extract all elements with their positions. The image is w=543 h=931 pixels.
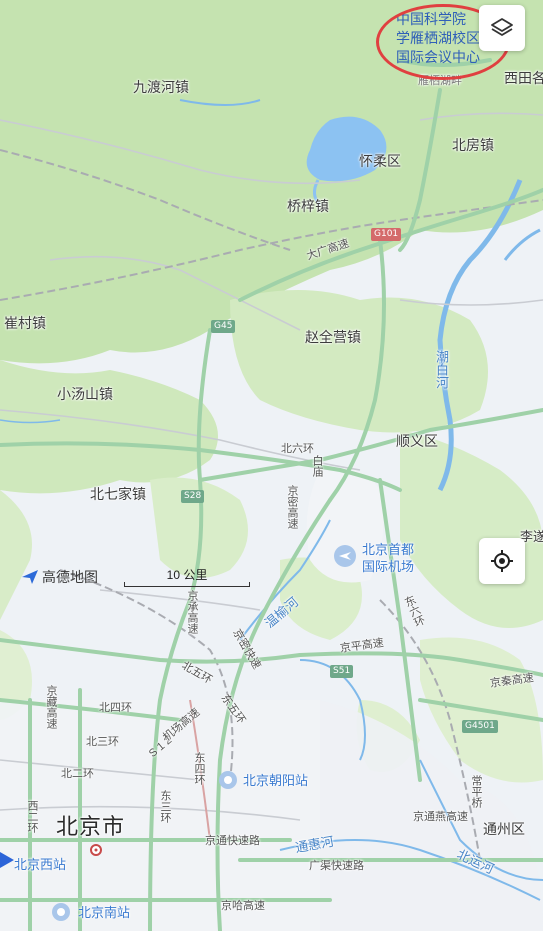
station-icon bbox=[219, 771, 237, 789]
place-label: 九渡河镇 bbox=[133, 79, 189, 95]
place-label: 北房镇 bbox=[452, 137, 494, 153]
locate-icon bbox=[491, 550, 513, 572]
scale-label: 10 公里 bbox=[166, 568, 208, 582]
road-label: 北三环 bbox=[86, 736, 119, 748]
road-label: 东四环 bbox=[193, 752, 205, 785]
place-label: 北七家镇 bbox=[90, 486, 146, 502]
road-label: 北四环 bbox=[99, 702, 132, 714]
road-label: 白庙 bbox=[311, 455, 323, 477]
brand-label: 高德地图 bbox=[42, 569, 98, 585]
road-shield-s28: S28 bbox=[181, 490, 205, 503]
road-label: 西二环 bbox=[26, 800, 38, 833]
place-label: 西田各 bbox=[504, 70, 543, 86]
district-label: 通州区 bbox=[483, 821, 525, 837]
city-center-icon bbox=[90, 844, 102, 856]
district-label: 顺义区 bbox=[396, 433, 438, 449]
road-label: 京通快速路 bbox=[205, 835, 260, 847]
poi-label-station[interactable]: 北京南站 bbox=[78, 906, 130, 919]
layers-icon bbox=[491, 18, 513, 36]
layers-button[interactable] bbox=[479, 5, 525, 51]
place-label: 赵全营镇 bbox=[305, 329, 361, 345]
road-shield-s51: S51 bbox=[330, 665, 354, 678]
poi-label-station[interactable]: 北京朝阳站 bbox=[243, 774, 308, 787]
scale-bar: 10 公里 bbox=[124, 566, 250, 587]
road-label: 东三环 bbox=[159, 790, 171, 823]
road-label: 京密高速 bbox=[286, 485, 298, 529]
brand-icon bbox=[22, 570, 38, 584]
brand-logo: 高德地图 bbox=[22, 567, 98, 587]
road-label: 京通燕高速 bbox=[413, 811, 468, 823]
place-label: 小汤山镇 bbox=[57, 386, 113, 402]
place-label: 桥梓镇 bbox=[287, 198, 329, 214]
poi-label-airport[interactable]: 北京首都 国际机场 bbox=[362, 541, 414, 575]
river-label: 潮白河 bbox=[434, 350, 449, 389]
locate-button[interactable] bbox=[479, 538, 525, 584]
road-shield-g45: G45 bbox=[211, 320, 236, 333]
road-label: 京哈高速 bbox=[221, 900, 265, 912]
road-label: 京承高速 bbox=[186, 590, 198, 634]
road-shield-g101: G101 bbox=[371, 228, 402, 241]
road-shield-g4501: G4501 bbox=[462, 720, 498, 733]
road-label: 北二环 bbox=[61, 768, 94, 780]
scale-line bbox=[124, 582, 250, 587]
poi-label-station[interactable]: 北京西站 bbox=[14, 858, 66, 871]
road-label: 京藏高速 bbox=[45, 685, 57, 729]
road-label: 北六环 bbox=[281, 443, 314, 455]
place-label: 崔村镇 bbox=[4, 315, 46, 331]
airport-icon bbox=[334, 545, 356, 567]
station-icon bbox=[52, 903, 70, 921]
road-label: 广渠快速路 bbox=[309, 860, 364, 872]
road-label: 常平桥 bbox=[470, 775, 482, 808]
city-label: 北京市 bbox=[56, 814, 126, 839]
place-label: 怀柔区 bbox=[359, 153, 401, 169]
